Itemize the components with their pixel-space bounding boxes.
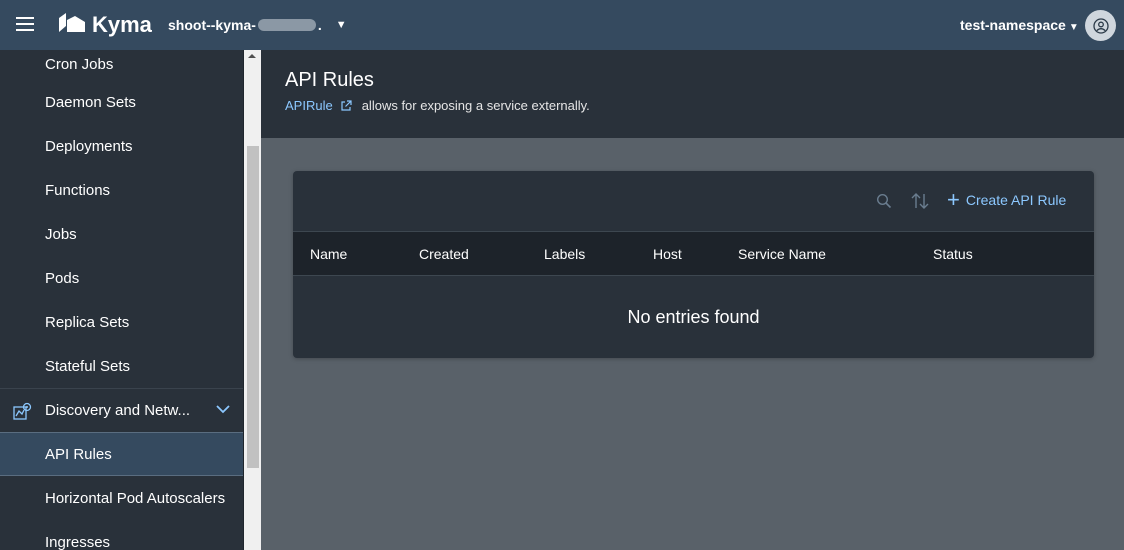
- user-icon: [1092, 17, 1109, 34]
- nav-item-stateful-sets[interactable]: Stateful Sets: [0, 344, 243, 388]
- table-toolbar: + Create API Rule: [293, 171, 1094, 232]
- column-header-name[interactable]: Name: [310, 246, 347, 262]
- column-header-labels[interactable]: Labels: [544, 246, 585, 262]
- sort-icon[interactable]: [910, 192, 930, 210]
- apirule-docs-link[interactable]: APIRule: [285, 98, 333, 113]
- nav-item-pods[interactable]: Pods: [0, 256, 243, 300]
- namespace-label: test-namespace: [960, 17, 1066, 33]
- empty-table-message: No entries found: [627, 306, 760, 327]
- column-header-created[interactable]: Created: [419, 246, 469, 262]
- description-text: allows for exposing a service externally…: [361, 98, 590, 113]
- plus-icon: +: [947, 187, 960, 212]
- nav-item-label: Jobs: [45, 225, 77, 243]
- nav-item-label: Stateful Sets: [45, 357, 131, 375]
- sidenav-scrollbar-thumb[interactable]: [247, 146, 259, 468]
- column-header-host[interactable]: Host: [653, 246, 682, 262]
- cluster-name-suffix: .: [317, 17, 322, 33]
- chevron-down-icon[interactable]: [215, 403, 231, 415]
- nav-item-label: Deployments: [45, 137, 133, 155]
- caret-down-icon: ▼: [1068, 22, 1079, 33]
- menu-icon[interactable]: [16, 17, 34, 31]
- nav-item-label: Pods: [45, 269, 80, 287]
- table-header: Name Created Labels Host Service Name St…: [293, 232, 1094, 276]
- api-rules-table-card: + Create API Rule Name Created Labels Ho…: [293, 171, 1094, 358]
- nav-item-replica-sets[interactable]: Replica Sets: [0, 300, 243, 344]
- nav-item-ingresses[interactable]: Ingresses: [0, 520, 243, 550]
- nav-item-label: Daemon Sets: [45, 93, 136, 111]
- create-api-rule-button[interactable]: + Create API Rule: [947, 187, 1067, 212]
- nav-group-label: Discovery and Netw...: [45, 402, 191, 419]
- nav-item-label: Horizontal Pod Autoscalers: [45, 489, 226, 507]
- nav-item-cron-jobs[interactable]: Cron Jobs: [0, 50, 243, 80]
- network-icon: [13, 402, 32, 420]
- kyma-logo-icon: [59, 13, 85, 32]
- product-name[interactable]: Kyma: [92, 12, 152, 38]
- shell-bar: Kyma shoot--kyma- . ▼ test-namespace ▼: [0, 0, 1124, 50]
- nav-item-label: Replica Sets: [45, 313, 130, 331]
- page-header: API Rules APIRule allows for exposing a …: [261, 50, 1124, 138]
- namespace-selector[interactable]: test-namespace ▼: [960, 17, 1079, 33]
- user-avatar[interactable]: [1085, 10, 1116, 41]
- side-navigation: Cron Jobs Daemon Sets Deployments Functi…: [0, 50, 244, 550]
- caret-down-icon: ▼: [335, 19, 347, 31]
- column-header-status[interactable]: Status: [933, 246, 973, 262]
- nav-item-label: Functions: [45, 181, 111, 199]
- nav-item-daemon-sets[interactable]: Daemon Sets: [0, 80, 243, 124]
- column-header-service-name[interactable]: Service Name: [738, 246, 826, 262]
- nav-item-api-rules[interactable]: API Rules: [0, 432, 243, 476]
- cluster-name-prefix: shoot--kyma-: [168, 17, 256, 33]
- nav-group-discovery-and-network[interactable]: Discovery and Netw...: [0, 388, 243, 432]
- scroll-up-arrow-icon[interactable]: [248, 54, 256, 58]
- external-link-icon[interactable]: [340, 99, 352, 112]
- nav-item-label: Cron Jobs: [45, 56, 114, 73]
- nav-item-jobs[interactable]: Jobs: [0, 212, 243, 256]
- create-button-label: Create API Rule: [965, 192, 1067, 208]
- nav-item-label: API Rules: [45, 445, 112, 463]
- search-icon[interactable]: [876, 193, 892, 209]
- page-description: APIRule allows for exposing a service ex…: [285, 98, 590, 113]
- nav-item-functions[interactable]: Functions: [0, 168, 243, 212]
- nav-item-deployments[interactable]: Deployments: [0, 124, 243, 168]
- nav-item-label: Ingresses: [45, 533, 111, 550]
- page-title: API Rules: [285, 69, 374, 91]
- cluster-selector[interactable]: shoot--kyma- . ▼: [168, 17, 347, 33]
- nav-item-horizontal-pod-autoscalers[interactable]: Horizontal Pod Autoscalers: [0, 476, 243, 520]
- cluster-name-redacted: [257, 19, 316, 31]
